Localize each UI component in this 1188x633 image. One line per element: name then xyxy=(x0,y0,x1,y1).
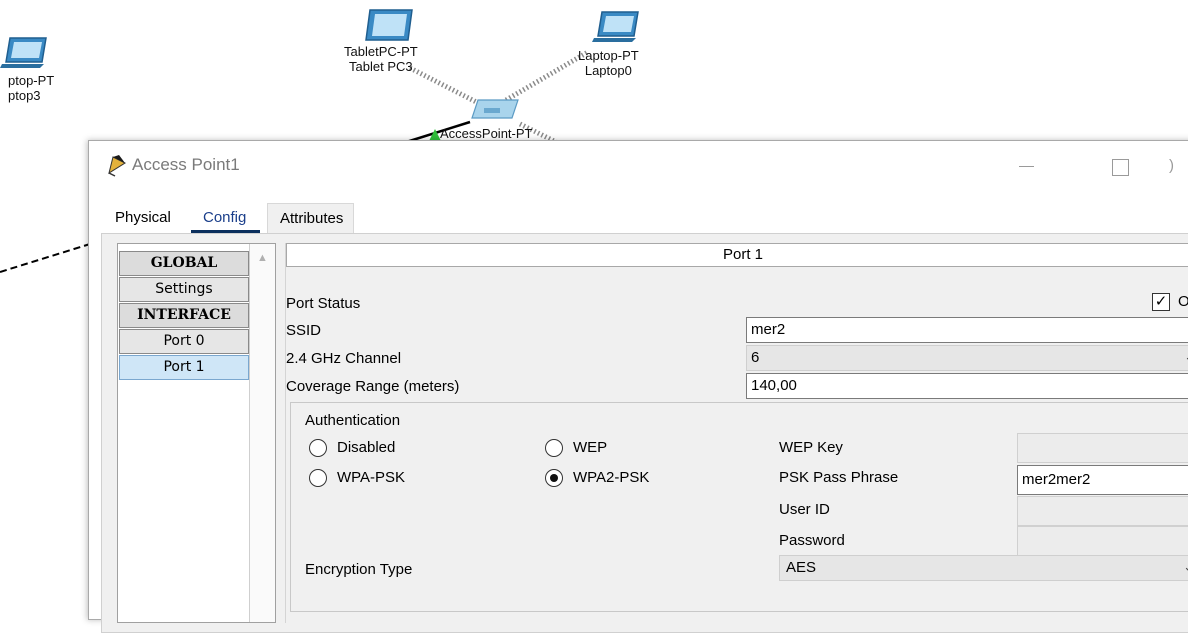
panel-header: Port 1 xyxy=(286,243,1188,267)
nav-scrollbar[interactable]: ▲ xyxy=(249,244,275,622)
radio-wep-label: WEP xyxy=(573,439,608,456)
tab-config[interactable]: Config xyxy=(190,203,261,234)
nav-item-port-1[interactable]: Port 1 xyxy=(119,355,249,380)
close-button[interactable]: ) xyxy=(1169,141,1188,191)
radio-disabled[interactable] xyxy=(309,439,327,457)
laptop0-icon[interactable] xyxy=(592,10,642,44)
scroll-up-icon[interactable]: ▲ xyxy=(257,252,268,264)
coverage-input[interactable]: 140,00 xyxy=(746,373,1188,399)
nav-list: GLOBAL Settings INTERFACE Port 0 Port 1 xyxy=(119,251,249,381)
password-input[interactable] xyxy=(1017,526,1188,556)
authentication-title: Authentication xyxy=(305,412,401,429)
tab-bar: Physical Config Attributes xyxy=(101,203,1188,234)
laptop3-label: ptop-PT ptop3 xyxy=(8,73,55,103)
nav-item-port-0[interactable]: Port 0 xyxy=(119,329,249,354)
wep-key-label: WEP Key xyxy=(779,439,843,456)
psk-pass-phrase-input[interactable]: mer2mer2 xyxy=(1017,465,1188,495)
config-content: GLOBAL Settings INTERFACE Port 0 Port 1 … xyxy=(101,233,1188,633)
minimize-button[interactable] xyxy=(1003,141,1049,191)
user-id-label: User ID xyxy=(779,501,830,518)
wep-key-input[interactable] xyxy=(1017,433,1188,463)
nav-header-global: GLOBAL xyxy=(119,251,249,276)
coverage-label: Coverage Range (meters) xyxy=(286,378,460,395)
radio-wep[interactable] xyxy=(545,439,563,457)
port-status-label: Port Status xyxy=(286,295,361,312)
panel-title: Port 1 xyxy=(723,246,764,263)
ssid-input[interactable]: mer2 xyxy=(746,317,1188,343)
radio-wpa2-psk[interactable] xyxy=(545,469,563,487)
laptop3-icon[interactable] xyxy=(0,36,50,70)
authentication-group: Authentication Disabled WEP WPA-PSK WPA2… xyxy=(290,402,1188,612)
port-status-checkbox[interactable]: ✓ xyxy=(1152,293,1170,311)
psk-pass-phrase-label: PSK Pass Phrase xyxy=(779,469,899,486)
channel-value: 6 xyxy=(751,349,760,366)
config-nav: GLOBAL Settings INTERFACE Port 0 Port 1 … xyxy=(117,243,276,623)
tab-physical[interactable]: Physical xyxy=(115,203,171,233)
channel-label: 2.4 GHz Channel xyxy=(286,350,402,367)
access-point-label: AccessPoint-PT xyxy=(440,126,533,141)
title-bar[interactable]: Access Point1 ) xyxy=(89,141,1188,191)
encryption-type-value: AES xyxy=(786,559,817,576)
ssid-label: SSID xyxy=(286,322,322,339)
window-title: Access Point1 xyxy=(132,155,240,174)
chevron-down-icon: ⌄ xyxy=(1183,559,1188,575)
laptop0-label: Laptop-PT Laptop0 xyxy=(578,48,639,78)
radio-disabled-label: Disabled xyxy=(337,439,396,456)
radio-wpa-psk[interactable] xyxy=(309,469,327,487)
user-id-input[interactable] xyxy=(1017,496,1188,526)
port-status-checkbox-label: O xyxy=(1178,293,1188,310)
nav-header-interface: INTERFACE xyxy=(119,303,249,328)
access-point-dialog: Access Point1 ) Physical Config Attribut… xyxy=(88,140,1188,633)
channel-select[interactable]: 6 ⌄ xyxy=(746,345,1188,371)
radio-wpa-psk-label: WPA-PSK xyxy=(337,469,406,486)
maximize-button[interactable] xyxy=(1096,141,1142,191)
tab-attributes[interactable]: Attributes xyxy=(267,203,355,233)
port-panel: Port 1 Port Status ✓ O SSID mer2 2.4 GHz… xyxy=(285,243,1188,623)
tablet-pc-icon[interactable] xyxy=(364,8,416,44)
encryption-type-select[interactable]: AES ⌄ xyxy=(779,555,1188,581)
access-point-icon[interactable] xyxy=(470,96,520,126)
password-label: Password xyxy=(779,532,845,549)
nav-item-settings[interactable]: Settings xyxy=(119,277,249,302)
packet-tracer-icon xyxy=(108,155,127,177)
tablet-pc-label: TabletPC-PT Tablet PC3 xyxy=(344,44,418,74)
chevron-down-icon: ⌄ xyxy=(1184,349,1188,365)
radio-wpa2-psk-label: WPA2-PSK xyxy=(573,469,650,486)
encryption-type-label: Encryption Type xyxy=(305,561,413,578)
